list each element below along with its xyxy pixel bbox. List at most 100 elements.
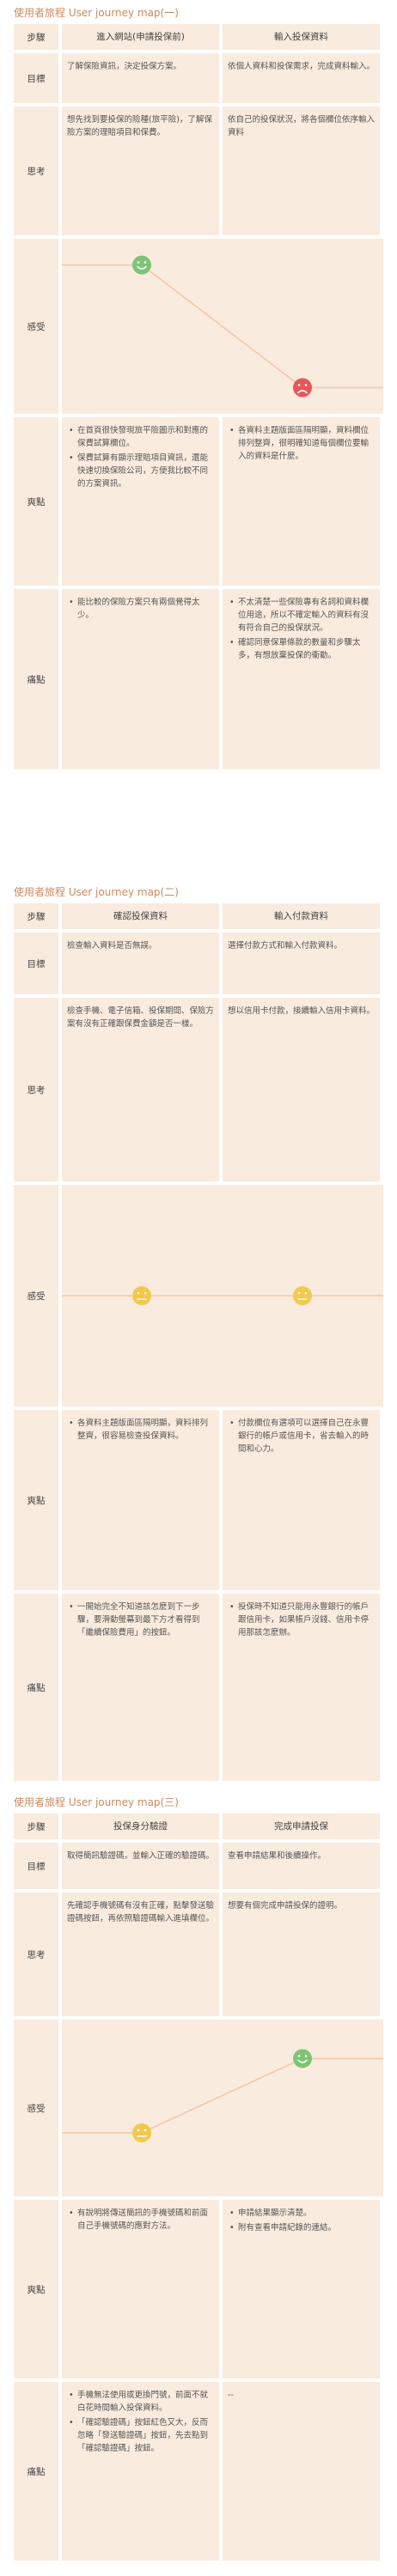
row-label-feel: 感受 <box>14 239 58 414</box>
pleasure-item: 付款欄位有選項可以選擇自己在永豐銀行的帳戶或信用卡，省去輸入的時間和心力。 <box>228 1417 375 1455</box>
row-goal: 目標 了解保險資訊，決定投保方案。 依個人資料和投保需求，完成資料輸入。 <box>14 53 383 103</box>
pain-list: 手機無法使用或更換門號，前面不就白花時間輸入投保資料。「確認驗證碼」按鈕紅色又大… <box>67 2389 214 2455</box>
pleasure-item: 各資料主題版面區隔明顯，資料欄位排列整齊，很明確知道每個欄位要輸入的資料是什麼。 <box>228 424 375 463</box>
think-cell: 想先找到要投保的險種(旅平險)，了解保險方案的理賠項目和保費。 <box>62 106 219 235</box>
pain-cell: 不太清楚一些保險專有名詞和資料欄位用途，所以不確定輸入的資料有沒有符合自己的投保… <box>223 589 380 769</box>
journey-map: 步驟 進入網站(申請投保前) 輸入投保資料目標 了解保險資訊，決定投保方案。 依個人資料… <box>14 24 383 769</box>
pleasure-list: 各資料主題版面區隔明顯，資料欄位排列整齊，很明確知道每個欄位要輸入的資料是什麼。 <box>228 424 375 463</box>
goal-cell: 依個人資料和投保需求，完成資料輸入。 <box>223 53 380 103</box>
happy-face-icon <box>293 2049 312 2069</box>
pleasure-item: 各資料主題版面區隔明顯，資料排列整齊，很容易檢查投保資料。 <box>67 1417 214 1443</box>
pain-cell: 一開始完全不知道該怎麼到下一步驟，要滑動螢幕到最下方才看得到「繼續保險費用」的按… <box>62 1594 219 1781</box>
pleasure-item: 申請結果顯示清楚。 <box>228 2207 375 2220</box>
row-step: 步驟 確認投保資料 輸入付款資料 <box>14 903 383 929</box>
row-label-feel: 感受 <box>14 2020 58 2196</box>
pleasure-item: 在首頁很快發現旅平險圖示和對應的保費試算欄位。 <box>67 424 214 450</box>
row-pleasure: 爽點各資料主題版面區隔明顯，資料排列整齊，很容易檢查投保資料。付款欄位有選項可以… <box>14 1410 383 1590</box>
pain-text: -- <box>228 2391 234 2400</box>
pleasure-cell: 申請結果顯示清楚。附有查看申請紀錄的連結。 <box>223 2200 380 2379</box>
neutral-face-icon <box>132 1286 151 1305</box>
row-feel: 感受 <box>14 239 383 414</box>
row-label-step: 步驟 <box>14 1814 58 1839</box>
stage-header: 投保身分驗證 <box>62 1814 219 1839</box>
pain-item: 一開始完全不知道該怎麼到下一步驟，要滑動螢幕到最下方才看得到「繼續保險費用」的按… <box>67 1601 214 1639</box>
row-think: 思考 先確認手機號碼有沒有正確，點擊發送驗證碼按鈕，再依照驗證碼輸入進填欄位。 想要… <box>14 1893 383 2016</box>
row-pleasure: 爽點在首頁很快發現旅平險圖示和對應的保費試算欄位。保費試算有顯示理賠項目資訊，還… <box>14 417 383 586</box>
row-label-think: 思考 <box>14 106 58 235</box>
stage-header: 確認投保資料 <box>62 903 219 929</box>
stage-header: 進入網站(申請投保前) <box>62 24 219 50</box>
row-pleasure: 爽點有說明將傳送簡訊的手機號碼和前面自己手機號碼的應對方法。申請結果顯示清楚。附… <box>14 2200 383 2379</box>
map-title: 使用者旅程 User journey map(三) <box>14 1796 179 1808</box>
pleasure-item: 保費試算有顯示理賠項目資訊，還能快速切換保險公司，方便我比較不同的方案資訊。 <box>67 452 214 490</box>
row-label-pleasure: 爽點 <box>14 2200 58 2379</box>
pleasure-cell: 各資料主題版面區隔明顯，資料欄位排列整齊，很明確知道每個欄位要輸入的資料是什麼。 <box>223 417 380 586</box>
stage-header: 完成申請投保 <box>223 1814 380 1839</box>
row-label-goal: 目標 <box>14 933 58 994</box>
pain-item: 不太清楚一些保險專有名詞和資料欄位用途，所以不確定輸入的資料有沒有符合自己的投保… <box>228 596 375 635</box>
row-pain: 痛點手機無法使用或更換門號，前面不就白花時間輸入投保資料。「確認驗證碼」按鈕紅色… <box>14 2382 383 2561</box>
pleasure-cell: 有說明將傳送簡訊的手機號碼和前面自己手機號碼的應對方法。 <box>62 2200 219 2379</box>
pain-list: 能比較的保險方案只有兩個覺得太少。 <box>67 596 214 622</box>
goal-cell: 取得簡訊驗證碼，並輸入正確的驗證碼。 <box>62 1843 219 1889</box>
journey-map: 步驟 確認投保資料 輸入付款資料目標 檢查輸入資料是否無誤。 選擇付款方式和輸入付款資料… <box>14 903 383 1781</box>
feeling-curve <box>62 1286 383 1305</box>
think-cell: 想要有個完成申請投保的證明。 <box>223 1893 380 2016</box>
pain-list: 一開始完全不知道該怎麼到下一步驟，要滑動螢幕到最下方才看得到「繼續保險費用」的按… <box>67 1601 214 1639</box>
feeling-line <box>62 2057 383 2134</box>
row-label-feel: 感受 <box>14 1185 58 1406</box>
pain-list: 不太清楚一些保險專有名詞和資料欄位用途，所以不確定輸入的資料有沒有符合自己的投保… <box>228 596 375 662</box>
goal-cell: 查看申請結果和後續操作。 <box>223 1843 380 1889</box>
pain-item: 手機無法使用或更換門號，前面不就白花時間輸入投保資料。 <box>67 2389 214 2415</box>
journey-map: 步驟 投保身分驗證 完成申請投保目標 取得簡訊驗證碼，並輸入正確的驗證碼。 查看申請結果… <box>14 1814 383 2561</box>
row-label-pleasure: 爽點 <box>14 1410 58 1590</box>
row-label-goal: 目標 <box>14 1843 58 1889</box>
pleasure-list: 付款欄位有選項可以選擇自己在永豐銀行的帳戶或信用卡，省去輸入的時間和心力。 <box>228 1417 375 1455</box>
think-cell: 檢查手機、電子信箱、投保期間、保險方案有沒有正確跟保費金額是否一樣。 <box>62 998 219 1182</box>
row-step: 步驟 投保身分驗證 完成申請投保 <box>14 1814 383 1839</box>
pleasure-item: 附有查看申請紀錄的連結。 <box>228 2221 375 2234</box>
row-goal: 目標 檢查輸入資料是否無誤。 選擇付款方式和輸入付款資料。 <box>14 933 383 994</box>
pleasure-list: 在首頁很快發現旅平險圖示和對應的保費試算欄位。保費試算有顯示理賠項目資訊，還能快… <box>67 424 214 490</box>
pain-list: 投保時不知道只能用永豐銀行的帳戶跟信用卡，如果帳戶沒錢、信用卡停用那該怎麼辦。 <box>228 1601 375 1639</box>
map-title: 使用者旅程 User journey map(一) <box>14 7 179 19</box>
pain-item: 「確認驗證碼」按鈕紅色又大，反而忽略「發送驗證碼」按鈕，先去點到「確認驗證碼」按… <box>67 2416 214 2455</box>
pleasure-cell: 各資料主題版面區隔明顯，資料排列整齊，很容易檢查投保資料。 <box>62 1410 219 1590</box>
goal-cell: 檢查輸入資料是否無誤。 <box>62 933 219 994</box>
row-label-pain: 痛點 <box>14 1594 58 1781</box>
row-pain: 痛點能比較的保險方案只有兩個覺得太少。不太清楚一些保險專有名詞和資料欄位用途，所… <box>14 589 383 769</box>
row-label-step: 步驟 <box>14 24 58 50</box>
row-label-pleasure: 爽點 <box>14 417 58 586</box>
row-think: 思考 檢查手機、電子信箱、投保期間、保險方案有沒有正確跟保費金額是否一樣。 想以信用… <box>14 998 383 1182</box>
goal-cell: 了解保險資訊，決定投保方案。 <box>62 53 219 103</box>
pleasure-cell: 付款欄位有選項可以選擇自己在永豐銀行的帳戶或信用卡，省去輸入的時間和心力。 <box>223 1410 380 1590</box>
feeling-line <box>62 264 383 389</box>
row-label-step: 步驟 <box>14 903 58 929</box>
map-title: 使用者旅程 User journey map(二) <box>14 886 179 898</box>
neutral-face-icon <box>293 1286 312 1305</box>
row-think: 思考 想先找到要投保的險種(旅平險)，了解保險方案的理賠項目和保費。 依自己的投保狀… <box>14 106 383 235</box>
pleasure-cell: 在首頁很快發現旅平險圖示和對應的保費試算欄位。保費試算有顯示理賠項目資訊，還能快… <box>62 417 219 586</box>
think-cell: 先確認手機號碼有沒有正確，點擊發送驗證碼按鈕，再依照驗證碼輸入進填欄位。 <box>62 1893 219 2016</box>
pain-cell: 手機無法使用或更換門號，前面不就白花時間輸入投保資料。「確認驗證碼」按鈕紅色又大… <box>62 2382 219 2561</box>
row-label-pain: 痛點 <box>14 2382 58 2561</box>
row-feel: 感受 <box>14 1185 383 1406</box>
row-pain: 痛點一開始完全不知道該怎麼到下一步驟，要滑動螢幕到最下方才看得到「繼續保險費用」… <box>14 1594 383 1781</box>
happy-face-icon <box>132 255 151 275</box>
pleasure-list: 申請結果顯示清楚。附有查看申請紀錄的連結。 <box>228 2207 375 2234</box>
pleasure-item: 有說明將傳送簡訊的手機號碼和前面自己手機號碼的應對方法。 <box>67 2207 214 2233</box>
neutral-face-icon <box>132 2123 151 2142</box>
sad-face-icon <box>293 378 312 398</box>
pain-item: 能比較的保險方案只有兩個覺得太少。 <box>67 596 214 622</box>
feeling-curve <box>62 255 383 398</box>
pain-cell: -- <box>223 2382 380 2561</box>
feeling-chart <box>62 239 383 414</box>
row-step: 步驟 進入網站(申請投保前) 輸入投保資料 <box>14 24 383 50</box>
feeling-chart <box>62 1185 383 1406</box>
pain-item: 確認同意保單條款的數量和步驟太多，有想放棄投保的衝動。 <box>228 636 375 662</box>
think-cell: 想以信用卡付款，接續輸入信用卡資料。 <box>223 998 380 1182</box>
row-feel: 感受 <box>14 2020 383 2196</box>
pain-cell: 能比較的保險方案只有兩個覺得太少。 <box>62 589 219 769</box>
row-label-think: 思考 <box>14 998 58 1182</box>
pain-cell: 投保時不知道只能用永豐銀行的帳戶跟信用卡，如果帳戶沒錢、信用卡停用那該怎麼辦。 <box>223 1594 380 1781</box>
